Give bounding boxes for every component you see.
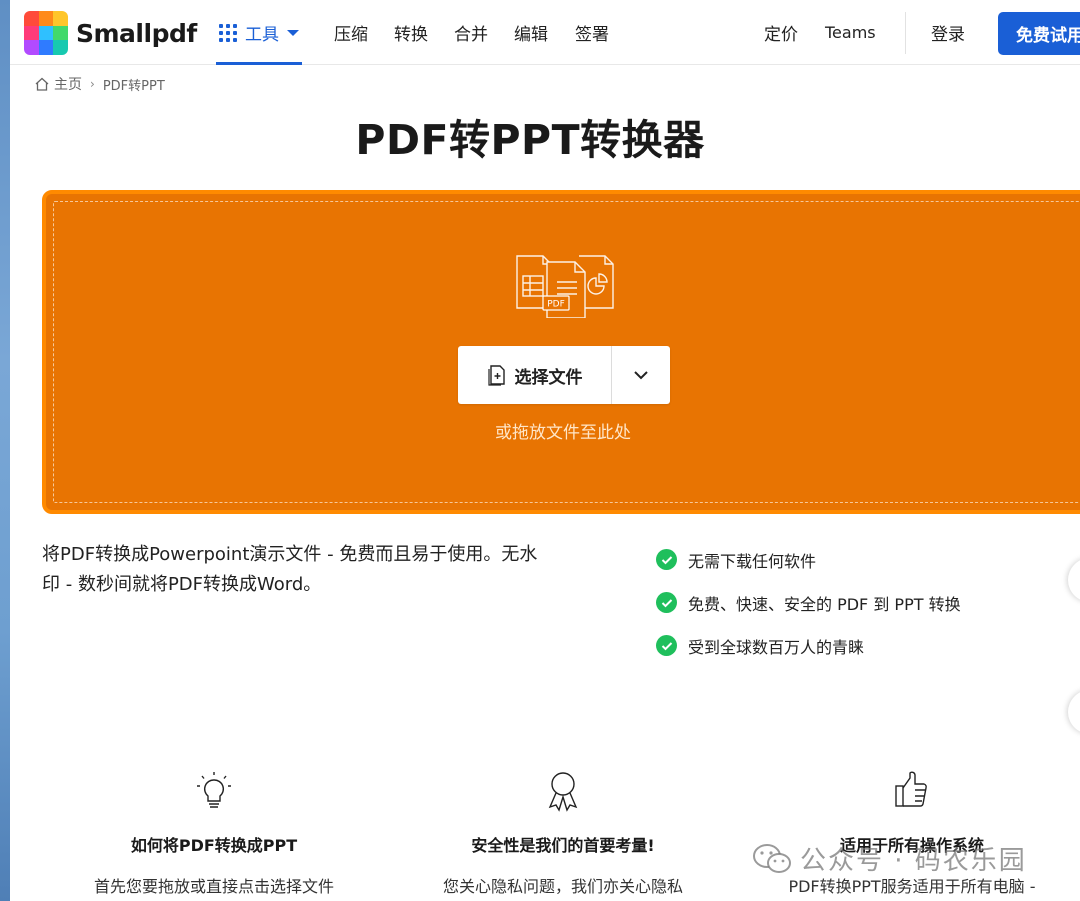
breadcrumb-current: PDF转PPT [102,78,165,94]
info-security: 安全性是我们的首要考量! 您关心隐私问题，我们亦关心隐私 [413,770,713,899]
side-scroll-tab[interactable] [1068,558,1080,602]
caret-down-icon [287,29,299,36]
nav-sign[interactable]: 签署 [575,0,609,65]
grid-icon [219,23,237,42]
add-file-icon [487,365,505,386]
drop-hint: 或拖放文件至此处 [495,423,631,443]
smallpdf-logo-icon [24,11,68,55]
wechat-icon [753,843,791,873]
tools-label: 工具 [245,25,279,45]
home-icon [35,77,49,91]
lightbulb-icon [64,770,364,816]
tool-description: 将PDF转换成Powerpoint演示文件 - 免费而且易于使用。无水印 - 数… [42,544,538,595]
info-text: PDF转换PPT服务适用于所有电脑 - [788,877,1036,896]
feature-item: 无需下载任何软件 [656,538,961,581]
feature-item: 免费、快速、安全的 PDF 到 PPT 转换 [656,581,961,624]
feature-label: 免费、快速、安全的 PDF 到 PPT 转换 [688,594,961,614]
nav-compress[interactable]: 压缩 [334,0,368,65]
info-how-to: 如何将PDF转换成PPT 首先您要拖放或直接点击选择文件 [64,770,364,899]
feature-label: 无需下载任何软件 [688,551,817,571]
file-source-dropdown[interactable] [612,346,670,404]
page: Smallpdf 工具 压缩 转换 合并 编辑 签署 定价 Teams 登录 免… [10,0,1080,901]
choose-file-group: 选择文件 [458,346,670,404]
nav-divider [905,12,906,54]
feature-list: 无需下载任何软件 免费、快速、安全的 PDF 到 PPT 转换 受到全球数百万人… [656,538,961,667]
choose-file-button[interactable]: 选择文件 [458,346,611,404]
nav-teams[interactable]: Teams [825,0,876,65]
page-title: PDF转PPT转换器 [355,116,705,164]
thumbs-up-icon [762,770,1062,816]
pdf-badge: PDF [547,300,565,310]
info-platforms: 适用于所有操作系统 PDF转换PPT服务适用于所有电脑 - [762,770,1062,899]
tools-menu[interactable]: 工具 [216,0,302,65]
check-circle-icon [656,635,677,656]
desktop-edge [0,0,10,901]
award-ribbon-icon [413,770,713,816]
free-trial-button[interactable]: 免费试用 [998,12,1080,55]
breadcrumb-home[interactable]: 主页 [54,74,82,94]
nav-convert[interactable]: 转换 [394,0,428,65]
feature-label: 受到全球数百万人的青睐 [688,637,865,657]
info-title: 安全性是我们的首要考量! [471,836,655,855]
info-text: 您关心隐私问题，我们亦关心隐私 [442,877,683,896]
feature-item: 受到全球数百万人的青睐 [656,624,961,667]
logo[interactable]: Smallpdf [24,11,197,55]
choose-file-label: 选择文件 [514,367,583,388]
check-circle-icon [656,592,677,613]
nav-pricing[interactable]: 定价 [764,0,798,65]
nav-edit[interactable]: 编辑 [514,0,548,65]
documents-illustration-icon: PDF [516,255,614,318]
info-title: 如何将PDF转换成PPT [130,836,298,855]
side-scroll-tab[interactable] [1068,690,1080,734]
file-dropzone[interactable]: PDF 选择文件 或拖放文件至此处 [42,190,1080,514]
top-navbar: Smallpdf 工具 压缩 转换 合并 编辑 签署 定价 Teams 登录 免… [10,0,1080,65]
nav-merge[interactable]: 合并 [454,0,488,65]
breadcrumb: 主页 › PDF转PPT [34,74,165,94]
chevron-down-icon [634,371,648,380]
watermark: 公众号 · 码农乐园 [752,840,1027,877]
login-link[interactable]: 登录 [931,0,965,65]
watermark-text: 公众号 · 码农乐园 [800,846,1027,876]
check-circle-icon [656,549,677,570]
info-text: 首先您要拖放或直接点击选择文件 [93,877,334,896]
logo-text: Smallpdf [76,18,197,48]
chevron-right-icon: › [90,77,95,91]
